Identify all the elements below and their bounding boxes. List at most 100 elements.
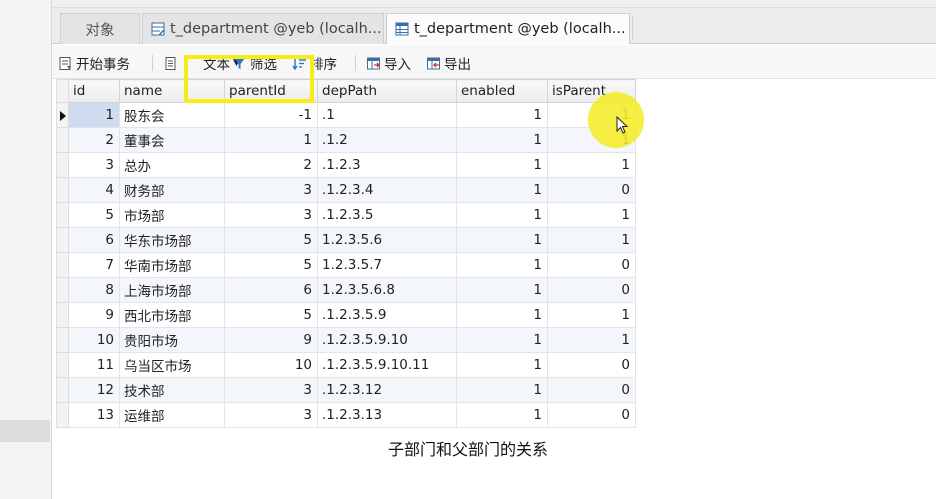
row-indicator[interactable] — [56, 127, 69, 153]
table-row[interactable]: 13 运维部 3.1.2.3.13 1 0 — [56, 402, 636, 428]
cell-parentid[interactable]: -1 — [224, 102, 318, 128]
table-row[interactable]: 6 华东市场部 5 1.2.3.5.6 1 1 — [56, 227, 636, 253]
cell-deppath[interactable]: .1 — [317, 102, 457, 128]
cell-deppath[interactable]: 1.2.3.5.6 — [317, 227, 457, 253]
table-row[interactable]: 2董事会1.1.211 — [56, 127, 636, 153]
tab-scroll-button[interactable] — [632, 16, 646, 40]
cell-enabled[interactable]: 1 — [456, 327, 548, 353]
row-indicator[interactable] — [56, 177, 69, 203]
cell-id[interactable]: 3 — [68, 152, 120, 178]
row-indicator[interactable] — [56, 152, 69, 178]
tab-table-data[interactable]: t_department @yeb (localh... — [386, 13, 630, 44]
cell-deppath[interactable]: .1.2.3.5.9 — [317, 302, 457, 328]
cell-name[interactable]: 技术部 — [119, 377, 225, 403]
cell-deppath[interactable]: .1.2.3.5.9.10 — [317, 327, 457, 353]
cell-enabled[interactable]: 1 — [456, 302, 548, 328]
cell-parentid[interactable]: 5 — [224, 302, 318, 328]
table-row[interactable]: 1股东会-1.111 — [56, 102, 636, 128]
cell-name[interactable]: 股东会 — [119, 102, 225, 128]
cell-deppath[interactable]: 1.2.3.5.6.8 — [317, 277, 457, 303]
row-indicator[interactable] — [56, 302, 69, 328]
cell-parentid[interactable]: 10 — [224, 352, 318, 378]
row-indicator[interactable] — [56, 377, 69, 403]
cell-id[interactable]: 5 — [68, 202, 120, 228]
cell-id[interactable]: 12 — [68, 377, 120, 403]
cell-parentid[interactable]: 3 — [224, 202, 318, 228]
cell-id[interactable]: 7 — [68, 252, 120, 278]
cell-id[interactable]: 2 — [68, 127, 120, 153]
cell-parentid[interactable]: 1 — [224, 127, 318, 153]
row-indicator[interactable] — [56, 327, 69, 353]
cell-isparent[interactable]: 1 — [547, 327, 636, 353]
cell-isparent[interactable]: 0 — [547, 352, 636, 378]
cell-isparent[interactable]: 0 — [547, 402, 636, 428]
export-button[interactable]: 导出 — [426, 53, 471, 73]
import-button[interactable]: 导入 — [366, 53, 411, 73]
table-row[interactable]: 10 贵阳市场 9.1.2.3.5.9.10 1 1 — [56, 327, 636, 353]
cell-isparent[interactable]: 1 — [547, 227, 636, 253]
cell-enabled[interactable]: 1 — [456, 127, 548, 153]
cell-name[interactable]: 运维部 — [119, 402, 225, 428]
cell-enabled[interactable]: 1 — [456, 402, 548, 428]
cell-parentid[interactable]: 3 — [224, 377, 318, 403]
cell-deppath[interactable]: .1.2.3.12 — [317, 377, 457, 403]
tab-objects[interactable]: 对象 — [60, 13, 140, 44]
cell-id[interactable]: 9 — [68, 302, 120, 328]
row-indicator[interactable] — [56, 227, 69, 253]
row-indicator[interactable] — [56, 277, 69, 303]
cell-parentid[interactable]: 5 — [224, 227, 318, 253]
cell-isparent[interactable]: 1 — [547, 202, 636, 228]
cell-enabled[interactable]: 1 — [456, 252, 548, 278]
cell-enabled[interactable]: 1 — [456, 377, 548, 403]
cell-deppath[interactable]: .1.2.3.5.9.10.11 — [317, 352, 457, 378]
table-row[interactable]: 5 市场部 3.1.2.3.5 1 1 — [56, 202, 636, 228]
cell-enabled[interactable]: 1 — [456, 352, 548, 378]
cell-isparent[interactable]: 0 — [547, 377, 636, 403]
cell-parentid[interactable]: 5 — [224, 252, 318, 278]
cell-id[interactable]: 1 — [68, 102, 120, 128]
cell-isparent[interactable]: 1 — [547, 302, 636, 328]
cell-isparent[interactable]: 0 — [547, 252, 636, 278]
row-indicator[interactable] — [56, 352, 69, 378]
cell-name[interactable]: 华南市场部 — [119, 252, 225, 278]
cell-name[interactable]: 上海市场部 — [119, 277, 225, 303]
cell-enabled[interactable]: 1 — [456, 202, 548, 228]
cell-id[interactable]: 13 — [68, 402, 120, 428]
cell-parentid[interactable]: 3 — [224, 402, 318, 428]
cell-isparent[interactable]: 0 — [547, 277, 636, 303]
cell-deppath[interactable]: .1.2.3.13 — [317, 402, 457, 428]
begin-transaction-button[interactable]: 开始事务 — [58, 53, 130, 73]
table-row[interactable]: 4 财务部 3.1.2.3.4 1 0 — [56, 177, 636, 203]
cell-deppath[interactable]: .1.2 — [317, 127, 457, 153]
cell-isparent[interactable]: 1 — [547, 152, 636, 178]
table-row[interactable]: 12 技术部 3.1.2.3.12 1 0 — [56, 377, 636, 403]
table-row[interactable]: 3 总办 2.1.2.3 1 1 — [56, 152, 636, 178]
cell-isparent[interactable]: 0 — [547, 177, 636, 203]
cell-id[interactable]: 11 — [68, 352, 120, 378]
cell-parentid[interactable]: 2 — [224, 152, 318, 178]
cell-parentid[interactable]: 6 — [224, 277, 318, 303]
cell-enabled[interactable]: 1 — [456, 277, 548, 303]
column-header-enabled[interactable]: enabled — [456, 79, 548, 103]
cell-deppath[interactable]: .1.2.3.5 — [317, 202, 457, 228]
cell-id[interactable]: 6 — [68, 227, 120, 253]
cell-name[interactable]: 总办 — [119, 152, 225, 178]
cell-enabled[interactable]: 1 — [456, 177, 548, 203]
cell-deppath[interactable]: 1.2.3.5.7 — [317, 252, 457, 278]
cell-name[interactable]: 董事会 — [119, 127, 225, 153]
row-indicator[interactable] — [56, 202, 69, 228]
cell-parentid[interactable]: 9 — [224, 327, 318, 353]
cell-name[interactable]: 西北市场部 — [119, 302, 225, 328]
cell-id[interactable]: 8 — [68, 277, 120, 303]
table-row[interactable]: 9 西北市场部 5.1.2.3.5.9 1 1 — [56, 302, 636, 328]
cell-deppath[interactable]: .1.2.3 — [317, 152, 457, 178]
row-indicator[interactable] — [56, 102, 69, 128]
cell-name[interactable]: 乌当区市场 — [119, 352, 225, 378]
cell-parentid[interactable]: 3 — [224, 177, 318, 203]
tab-table-design[interactable]: t_department @yeb (localh... — [142, 13, 384, 44]
cell-name[interactable]: 市场部 — [119, 202, 225, 228]
cell-id[interactable]: 4 — [68, 177, 120, 203]
cell-name[interactable]: 财务部 — [119, 177, 225, 203]
row-indicator[interactable] — [56, 252, 69, 278]
table-row[interactable]: 8 上海市场部 6 1.2.3.5.6.8 1 0 — [56, 277, 636, 303]
